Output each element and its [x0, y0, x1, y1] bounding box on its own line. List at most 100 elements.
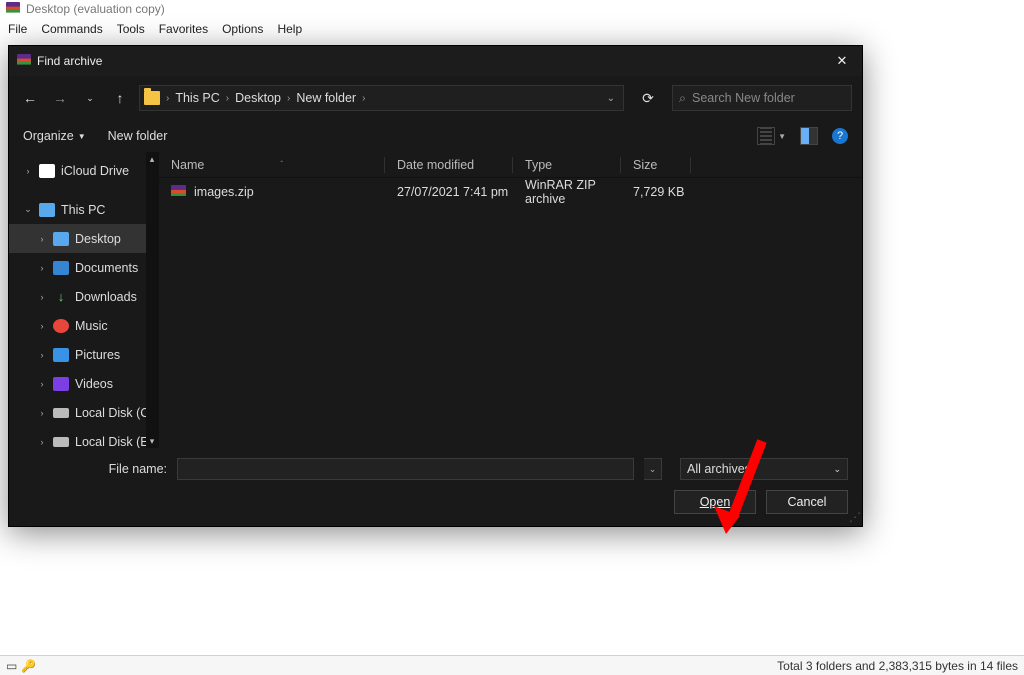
tree-item-local-disk-e-[interactable]: ›Local Disk (E:)	[9, 427, 158, 448]
menu-file[interactable]: File	[8, 22, 27, 36]
chevron-down-icon: ⌄	[833, 464, 841, 475]
nav-back-button[interactable]: ←	[19, 87, 41, 109]
tree-item-this-pc[interactable]: ⌄ This PC	[9, 195, 158, 224]
tree-caret-icon: ›	[37, 321, 47, 331]
menu-commands[interactable]: Commands	[41, 22, 102, 36]
tree-item-label: iCloud Drive	[61, 164, 129, 178]
lock-icon: 🔑	[21, 659, 36, 673]
pc-icon	[39, 203, 55, 217]
cancel-button[interactable]: Cancel	[766, 490, 848, 514]
dialog-nav-bar: ← → ⌄ ↑ › This PC › Desktop › New folder…	[9, 76, 862, 120]
parent-title-text: Desktop (evaluation copy)	[26, 2, 165, 16]
menu-help[interactable]: Help	[277, 22, 302, 36]
column-size[interactable]: Size	[621, 157, 691, 173]
menu-tools[interactable]: Tools	[117, 22, 145, 36]
chevron-right-icon: ›	[166, 93, 169, 104]
preview-pane-button[interactable]	[800, 127, 818, 145]
tree-item-local-disk-c-[interactable]: ›Local Disk (C:)	[9, 398, 158, 427]
file-name: images.zip	[194, 185, 254, 199]
refresh-button[interactable]: ⟳	[632, 90, 664, 107]
tree-item-documents[interactable]: ›Documents	[9, 253, 158, 282]
open-button[interactable]: Open	[674, 490, 756, 514]
parent-window-title: Desktop (evaluation copy)	[0, 0, 1024, 18]
organize-label: Organize	[23, 129, 74, 143]
breadcrumb-dropdown[interactable]: ⌄	[607, 93, 619, 104]
search-input[interactable]: ⌕ Search New folder	[672, 85, 852, 111]
menu-options[interactable]: Options	[222, 22, 263, 36]
file-name-dropdown[interactable]: ⌄	[644, 458, 662, 480]
chevron-down-icon: ▼	[778, 132, 786, 141]
breadcrumb-desktop[interactable]: Desktop	[235, 91, 281, 105]
scroll-down-icon[interactable]: ▾	[146, 434, 158, 448]
tree-caret-icon: ›	[37, 263, 47, 273]
help-button[interactable]: ?	[832, 128, 848, 144]
tree-item-label: Pictures	[75, 348, 120, 362]
file-list: Name ˆ Date modified Type Size images.zi…	[159, 152, 862, 448]
archive-icon	[171, 185, 186, 200]
tree-caret-icon: ›	[23, 166, 33, 176]
status-summary: Total 3 folders and 2,383,315 bytes in 1…	[777, 659, 1018, 673]
nav-recent-button[interactable]: ⌄	[79, 87, 101, 109]
tree-item-music[interactable]: › Music	[9, 311, 158, 340]
column-type[interactable]: Type	[513, 157, 621, 173]
music-icon	[53, 319, 69, 333]
nav-up-button[interactable]: ↑	[109, 87, 131, 109]
parent-window-header: Desktop (evaluation copy) File Commands …	[0, 0, 1024, 45]
file-row[interactable]: images.zip27/07/2021 7:41 pmWinRAR ZIP a…	[159, 178, 862, 206]
disk-icon	[53, 437, 69, 447]
dialog-toolbar: Organize ▼ New folder ▼ ?	[9, 120, 862, 152]
menu-favorites[interactable]: Favorites	[159, 22, 208, 36]
tree-item-label: Local Disk (C:)	[75, 406, 157, 420]
dl-icon: ↓	[53, 290, 69, 304]
tree-item-label: Music	[75, 319, 108, 333]
tree-caret-icon: ›	[37, 379, 47, 389]
new-folder-button[interactable]: New folder	[108, 129, 168, 143]
tree-item-desktop[interactable]: ›Desktop	[9, 224, 158, 253]
status-left-icons: ▭ 🔑	[6, 659, 36, 673]
resize-grip[interactable]: ⋰	[849, 513, 859, 523]
filter-label: All archives	[687, 462, 751, 476]
tree-scrollbar[interactable]: ▴ ▾	[146, 152, 158, 448]
breadcrumb-bar[interactable]: › This PC › Desktop › New folder › ⌄	[139, 85, 624, 111]
tree-item-label: This PC	[61, 203, 105, 217]
organize-menu[interactable]: Organize ▼	[23, 129, 86, 143]
tree-item-icloud-drive[interactable]: › iCloud Drive	[9, 156, 158, 185]
view-options-button[interactable]	[757, 127, 775, 145]
scroll-up-icon[interactable]: ▴	[146, 152, 158, 166]
tree-item-pictures[interactable]: › Pictures	[9, 340, 158, 369]
pic-icon	[53, 348, 69, 362]
search-icon: ⌕	[679, 91, 686, 106]
chevron-right-icon: ›	[226, 93, 229, 104]
breadcrumb-new-folder[interactable]: New folder	[296, 91, 356, 105]
parent-status-bar: ▭ 🔑 Total 3 folders and 2,383,315 bytes …	[0, 655, 1024, 675]
tree-item-label: Desktop	[75, 232, 121, 246]
tree-caret-icon: ⌄	[23, 204, 33, 215]
tree-caret-icon: ›	[37, 292, 47, 302]
nav-forward-button[interactable]: →	[49, 87, 71, 109]
cloud-icon	[39, 164, 55, 178]
file-type: WinRAR ZIP archive	[513, 178, 621, 206]
vid-icon	[53, 377, 69, 391]
folder-icon	[144, 91, 160, 105]
winrar-icon	[17, 54, 31, 68]
tree-item-label: Videos	[75, 377, 113, 391]
search-placeholder: Search New folder	[692, 91, 795, 105]
find-archive-dialog: Find archive ✕ ← → ⌄ ↑ › This PC › Deskt…	[8, 45, 863, 527]
chevron-down-icon: ▼	[78, 132, 86, 141]
dialog-bottom-panel: File name: ⌄ All archives ⌄ Open Cancel …	[9, 448, 862, 526]
tree-item-downloads[interactable]: ›↓Downloads	[9, 282, 158, 311]
winrar-icon	[6, 2, 20, 16]
file-type-filter[interactable]: All archives ⌄	[680, 458, 848, 480]
column-headers: Name ˆ Date modified Type Size	[159, 152, 862, 178]
breadcrumb-this-pc[interactable]: This PC	[175, 91, 219, 105]
tree-caret-icon: ›	[37, 350, 47, 360]
column-date[interactable]: Date modified	[385, 157, 513, 173]
chevron-right-icon: ›	[287, 93, 290, 104]
file-size: 7,729 KB	[621, 185, 691, 199]
file-name-input[interactable]	[177, 458, 634, 480]
doc-icon	[53, 261, 69, 275]
file-name-label: File name:	[23, 462, 167, 476]
close-button[interactable]: ✕	[830, 49, 854, 73]
tree-item-videos[interactable]: › Videos	[9, 369, 158, 398]
column-name[interactable]: Name ˆ	[159, 157, 385, 173]
